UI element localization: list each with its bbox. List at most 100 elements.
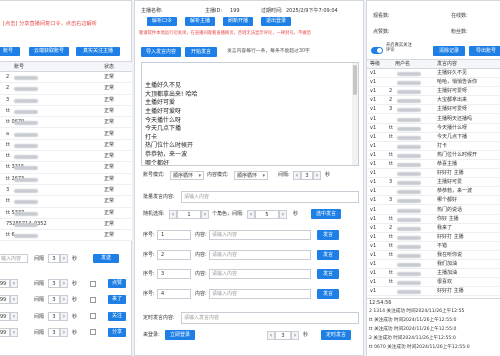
quick-interval-stepper[interactable]: › bbox=[60, 295, 68, 305]
account-row[interactable]: tt 正常 bbox=[0, 196, 132, 208]
real-follow-toggle[interactable] bbox=[371, 47, 383, 54]
timed-interval-value[interactable]: 3 bbox=[275, 331, 291, 340]
log-row[interactable]: v1 好好打 主播 bbox=[367, 169, 500, 179]
log-row[interactable]: v1 3 主播好可爱 bbox=[367, 178, 500, 188]
log-row[interactable]: v1 tt 今天几点下播 bbox=[367, 133, 500, 142]
log-row[interactable]: v1 tt 主播加油 bbox=[367, 269, 500, 279]
log-row[interactable]: v1 tt 你好 主播 bbox=[367, 215, 500, 224]
log-row[interactable]: v1 我们加油 bbox=[367, 260, 500, 270]
parse-code-button[interactable]: 解析口令 bbox=[147, 17, 177, 26]
quick-action-button[interactable]: 分享 bbox=[108, 327, 126, 337]
login-now-button[interactable]: 立即登录 bbox=[165, 330, 195, 340]
account-row[interactable]: tt 3315正常 bbox=[0, 162, 132, 174]
account-row[interactable]: a 正常 bbox=[0, 129, 132, 140]
account-row[interactable]: tt 正常 bbox=[0, 140, 132, 152]
real-follow-button[interactable]: 真实关注主播 bbox=[76, 47, 120, 56]
log-row[interactable]: v1 3 主播好可爱呀 bbox=[367, 105, 500, 115]
quick-action-button[interactable]: 点赞 bbox=[108, 279, 126, 288]
timed-interval-dec[interactable]: ‹ bbox=[267, 331, 275, 340]
timed-interval-inc[interactable]: › bbox=[291, 331, 299, 340]
account-row[interactable]: tt 6 正常 bbox=[0, 230, 132, 242]
quick-action-button[interactable]: 关注 bbox=[108, 311, 126, 321]
quick-count-stepper[interactable]: › bbox=[10, 311, 18, 321]
quick-count[interactable]: 99 bbox=[0, 295, 10, 305]
log-row[interactable]: v1 2 我来了 bbox=[367, 224, 500, 233]
message-input[interactable]: 输入内容 bbox=[0, 254, 28, 263]
random-interval-inc[interactable]: › bbox=[279, 210, 287, 219]
quick-interval-stepper[interactable]: › bbox=[60, 327, 68, 337]
log-row[interactable]: v1 tt 今天播什么呀 bbox=[367, 124, 500, 133]
timed-speak-button[interactable]: 定时发言 bbox=[321, 330, 351, 340]
account-row[interactable]: 2 正常 bbox=[0, 72, 132, 84]
export-account-button[interactable]: 导出账号 bbox=[469, 46, 500, 56]
send-button[interactable]: 发发送送 bbox=[93, 254, 119, 263]
account-row[interactable]: tt 0670正常 bbox=[0, 117, 132, 129]
quick-interval-value[interactable]: 3 bbox=[48, 311, 60, 321]
random-count-value[interactable]: 1 bbox=[177, 210, 201, 219]
seq-number[interactable]: 4 bbox=[157, 288, 191, 299]
quick-count[interactable]: 99 bbox=[0, 327, 10, 337]
log-row[interactable]: v1 哈哈，悄悄告诉你 bbox=[367, 78, 500, 88]
seq-speak-button[interactable]: 发言 bbox=[317, 288, 339, 299]
log-row[interactable]: v1 主播明天还播吗 bbox=[367, 115, 500, 124]
log-row[interactable]: v1 打卡 bbox=[367, 142, 500, 151]
seq-speak-button[interactable]: 发言 bbox=[317, 230, 339, 240]
account-row[interactable]: 2 正常 bbox=[0, 83, 132, 95]
seq-content-input[interactable]: 请输入内容 bbox=[209, 249, 311, 260]
selected-speak-button[interactable]: 选中发言 bbox=[311, 209, 341, 219]
seq-content-input[interactable]: 请输入内容 bbox=[209, 288, 311, 299]
log-row[interactable]: v1 tt 热门位什么时候开 bbox=[367, 151, 500, 160]
log-row[interactable]: v1 热门的说话 bbox=[367, 206, 500, 215]
interval-value[interactable]: 3 bbox=[48, 254, 60, 263]
clear-log-button[interactable]: 清除记录 bbox=[433, 46, 465, 56]
messages-textarea[interactable]: 主播好久不见 大顶都拿出来! 哈哈 主播好可爱 主播好可爱呀 今天播什么呀 今天几点下播打… bbox=[141, 62, 359, 166]
mode-interval-inc[interactable]: › bbox=[313, 171, 321, 180]
mode-interval-value[interactable]: 3 bbox=[301, 171, 313, 180]
logout-button[interactable]: 退出登录 bbox=[261, 17, 291, 26]
log-row[interactable]: v1 好好打 主播 bbox=[367, 287, 500, 297]
import-content-button[interactable]: 导入发言内容 bbox=[141, 47, 181, 57]
random-count-inc[interactable]: › bbox=[201, 210, 209, 219]
seq-speak-button[interactable]: 发言 bbox=[317, 249, 339, 260]
random-count-dec[interactable]: ‹ bbox=[169, 210, 177, 219]
log-row[interactable]: v1 tt 恭喜主播 bbox=[367, 160, 500, 170]
account-button[interactable]: 账号 bbox=[0, 47, 20, 56]
quick-count[interactable]: 99 bbox=[0, 279, 10, 288]
account-row[interactable]: 3 正常 bbox=[0, 95, 132, 106]
timed-input[interactable]: 请输入发言内容 bbox=[181, 312, 359, 324]
batch-input[interactable]: 请输入内容 bbox=[181, 191, 359, 203]
seq-number[interactable]: 3 bbox=[157, 269, 191, 279]
textarea-scrollbar[interactable] bbox=[352, 63, 358, 165]
quick-checkbox[interactable] bbox=[90, 280, 96, 287]
account-row[interactable]: tt 5337正常 bbox=[0, 208, 132, 219]
account-row[interactable]: tt 正常 bbox=[0, 151, 132, 163]
log-row[interactable]: v1 2 大宝都拿出来 bbox=[367, 96, 500, 106]
account-row[interactable]: tt 正常 bbox=[0, 106, 132, 118]
seq-content-input[interactable]: 请输入内容 bbox=[209, 230, 311, 240]
seq-number[interactable]: 1 bbox=[157, 230, 191, 240]
log-row[interactable]: v1 tt 好好打 主播 bbox=[367, 233, 500, 242]
quick-action-button[interactable]: 来了 bbox=[108, 295, 126, 305]
interval-stepper[interactable]: › bbox=[60, 254, 68, 263]
random-interval-value[interactable]: 5 bbox=[255, 210, 279, 219]
refresh-live-button[interactable]: 刷新开播 bbox=[223, 17, 253, 26]
quick-count-stepper[interactable]: › bbox=[10, 279, 18, 288]
start-speaking-button[interactable]: 开始发言 bbox=[185, 47, 217, 57]
quick-interval-value[interactable]: 3 bbox=[48, 295, 60, 305]
quick-interval-stepper[interactable]: › bbox=[60, 311, 68, 321]
log-row[interactable]: v1 tt 很喜欢 bbox=[367, 278, 500, 288]
quick-interval-value[interactable]: 3 bbox=[48, 279, 60, 288]
log-row[interactable]: v1 3 哪个都好 bbox=[367, 196, 500, 206]
seq-content-input[interactable]: 请输入内容 bbox=[209, 269, 311, 279]
log-row[interactable]: v1 tt 不错 bbox=[367, 242, 500, 251]
quick-count[interactable]: 99 bbox=[0, 311, 10, 321]
account-row[interactable]: tt 2673正常 bbox=[0, 174, 132, 185]
quick-count-stepper[interactable]: › bbox=[10, 295, 18, 305]
mode-interval-dec[interactable]: ‹ bbox=[293, 171, 301, 180]
quick-checkbox[interactable] bbox=[90, 296, 96, 303]
random-interval-dec[interactable]: ‹ bbox=[247, 210, 255, 219]
log-row[interactable]: v1 主播好久不见 bbox=[367, 69, 500, 79]
account-row[interactable]: 75285714_0352正常 bbox=[0, 219, 132, 231]
quick-interval-stepper[interactable]: › bbox=[60, 279, 68, 288]
parse-host-button[interactable]: 解析主播 bbox=[185, 17, 215, 26]
